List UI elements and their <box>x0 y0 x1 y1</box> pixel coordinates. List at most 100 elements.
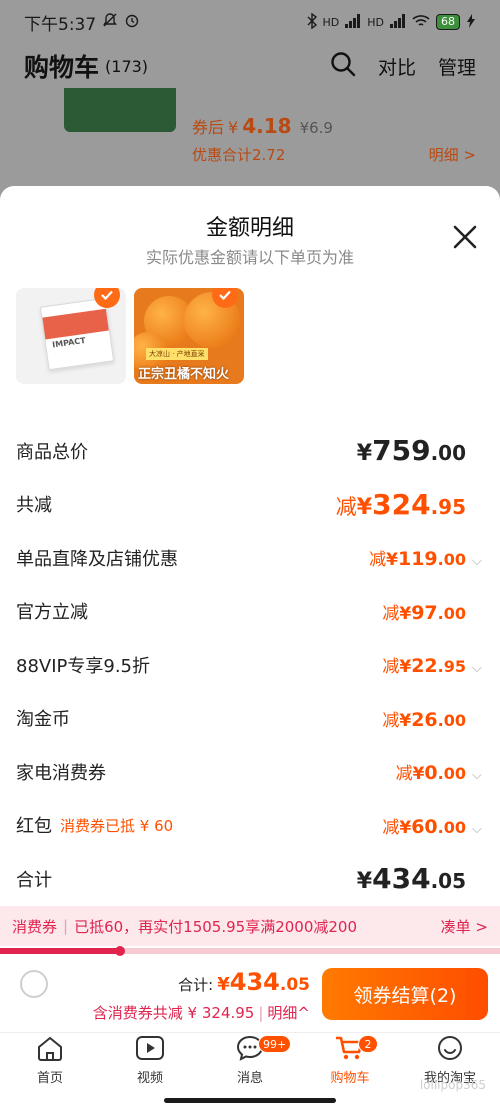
selected-check-icon <box>94 288 120 308</box>
checkout-total: 合计: ¥434.05 <box>178 968 310 996</box>
coupon-label: 消费券 <box>12 917 58 936</box>
row-official: 官方立减 减 ¥97.00 <box>16 585 484 639</box>
cart-header: 购物车 (173) 对比 管理 <box>0 44 500 88</box>
thumbnail-caption: 正宗丑橘不知火 <box>138 367 230 382</box>
wifi-icon <box>412 14 430 31</box>
profile-icon <box>436 1035 464 1067</box>
search-icon[interactable] <box>330 51 356 82</box>
background-product-price: 券后 ¥ 4.18 ¥6.9 <box>192 114 333 138</box>
detail-toggle[interactable]: 明细^ <box>267 1004 310 1022</box>
mute-bell-icon <box>102 12 118 32</box>
tab-label: 购物车 <box>330 1071 370 1086</box>
close-icon <box>452 224 478 254</box>
checkout-reduce: 含消费券共减 ¥ 324.95 | 明细^ <box>92 1004 310 1022</box>
home-icon <box>36 1035 64 1067</box>
row-hongbao[interactable]: 红包 消费券已抵 ¥ 60 减 ¥60.00 ⌵ <box>16 799 484 853</box>
checkout-bar: 合计: ¥434.05 含消费券共减 ¥ 324.95 | 明细^ 领券结算(2) <box>0 956 500 1032</box>
signal-label-2: HD <box>367 15 384 29</box>
row-label: 淘金币 <box>16 709 70 731</box>
row-label: 合计 <box>16 869 52 891</box>
battery-indicator: 68 <box>436 14 460 30</box>
tab-label: 首页 <box>36 1071 63 1086</box>
row-value: 减 ¥119.00 ⌵ <box>369 545 484 570</box>
chevron-down-icon: ⌵ <box>472 554 482 570</box>
row-label: 红包 <box>16 816 52 838</box>
progress-fill <box>0 948 120 954</box>
price-value: 4.18 <box>242 114 292 138</box>
protein-bag-image: IMPACT <box>39 297 115 371</box>
signal-icon <box>345 13 361 31</box>
row-total-price: 商品总价 ¥759.00 <box>16 424 484 478</box>
video-icon <box>135 1035 165 1067</box>
add-items-link[interactable]: 凑单 > <box>441 916 488 937</box>
row-value: ¥759.00 <box>356 434 466 468</box>
product-thumbnail[interactable]: IMPACT <box>16 288 126 384</box>
progress-dot <box>115 946 125 956</box>
home-indicator[interactable] <box>164 1098 336 1103</box>
coupon-banner[interactable]: 消费券 | 已抵60，再实付1505.95享满2000减200 凑单 > <box>0 906 500 946</box>
chevron-down-icon: ⌵ <box>472 821 482 837</box>
price-yen: ¥ <box>228 118 239 137</box>
amount-detail-sheet: 金额明细 实际优惠金额请以下单页为准 IMPACT 大凉山 · 产地直采 正宗丑… <box>0 186 500 1111</box>
cart-count: (173) <box>105 56 149 76</box>
row-shop-discount[interactable]: 单品直降及店铺优惠 减 ¥119.00 ⌵ <box>16 531 484 585</box>
tab-cart[interactable]: 2 购物车 <box>300 1033 400 1090</box>
sheet-title: 金额明细 <box>205 216 294 241</box>
manage-button[interactable]: 管理 <box>438 53 476 80</box>
sheet-subtitle: 实际优惠金额请以下单页为准 <box>145 248 354 267</box>
tab-label: 视频 <box>136 1071 163 1086</box>
cart-badge: 2 <box>358 1035 378 1053</box>
status-time: 下午5:37 <box>24 14 97 35</box>
row-appliance-coupon[interactable]: 家电消费券 减 ¥0.00 ⌵ <box>16 745 484 799</box>
row-value: 减 ¥26.00 <box>382 708 466 731</box>
row-value: 减 ¥22.95 ⌵ <box>382 652 484 677</box>
hongbao-note: 消费券已抵 ¥ 60 <box>60 816 174 835</box>
row-value: 减 ¥324.95 <box>335 487 466 521</box>
row-label: 官方立减 <box>16 602 88 624</box>
alarm-icon <box>124 12 140 32</box>
row-vip[interactable]: 88VIP专享9.5折 减 ¥22.95 ⌵ <box>16 638 484 692</box>
product-thumbnails: IMPACT 大凉山 · 产地直采 正宗丑橘不知火 <box>16 288 244 384</box>
tab-message[interactable]: 99+ 消息 <box>200 1033 300 1090</box>
original-price: ¥6.9 <box>299 119 333 137</box>
watermark: lollipop365 <box>419 1078 486 1092</box>
row-value: 减 ¥60.00 ⌵ <box>382 813 484 838</box>
tab-home[interactable]: 首页 <box>0 1033 100 1090</box>
signal-label-1: HD <box>322 15 340 29</box>
bluetooth-icon <box>307 12 317 32</box>
chevron-down-icon: ⌵ <box>472 768 482 784</box>
chevron-down-icon: ⌵ <box>472 661 482 677</box>
row-label: 商品总价 <box>16 441 88 463</box>
detail-link[interactable]: 明细 > <box>429 144 476 165</box>
tab-label: 消息 <box>236 1071 263 1086</box>
product-thumbnail[interactable]: 大凉山 · 产地直采 正宗丑橘不知火 <box>134 288 244 384</box>
row-value: 减 ¥97.00 <box>382 601 466 624</box>
origin-tag: 大凉山 · 产地直采 <box>146 348 208 360</box>
page-title: 购物车 <box>24 53 100 82</box>
compare-button[interactable]: 对比 <box>378 53 416 80</box>
discount-total: 优惠合计2.72 <box>192 146 286 164</box>
coupon-message: 已抵60，再实付1505.95享满2000减200 <box>74 917 357 936</box>
cart-page-background: 下午5:37 HD HD 68 购物车 (173) 对比 管理 券后 ¥ 4.1… <box>0 0 500 200</box>
tab-video[interactable]: 视频 <box>100 1033 200 1090</box>
signal-icon-2 <box>390 13 406 31</box>
row-label: 88VIP专享9.5折 <box>16 655 151 677</box>
message-badge: 99+ <box>258 1035 292 1053</box>
row-label: 家电消费券 <box>16 762 106 784</box>
charging-icon <box>466 13 476 31</box>
select-all-checkbox[interactable] <box>20 970 48 998</box>
settle-button[interactable]: 领券结算(2) <box>322 968 488 1020</box>
row-label: 共减 <box>16 495 52 517</box>
row-total-reduce: 共减 减 ¥324.95 <box>16 478 484 532</box>
row-value: 减 ¥0.00 ⌵ <box>396 759 484 784</box>
background-product-image <box>64 88 176 132</box>
after-coupon-label: 券后 <box>192 118 225 137</box>
row-taojinbi: 淘金币 减 ¥26.00 <box>16 692 484 746</box>
row-sum: 合计 ¥434.05 <box>16 852 484 906</box>
bag-brand: IMPACT <box>51 335 87 350</box>
row-value: ¥434.05 <box>356 862 466 896</box>
total-label: 合计: <box>178 976 214 994</box>
status-bar: 下午5:37 HD HD 68 <box>0 0 500 44</box>
close-button[interactable] <box>448 222 482 256</box>
amount-rows: 商品总价 ¥759.00 共减 减 ¥324.95 单品直降及店铺优惠 减 ¥119… <box>16 424 484 906</box>
